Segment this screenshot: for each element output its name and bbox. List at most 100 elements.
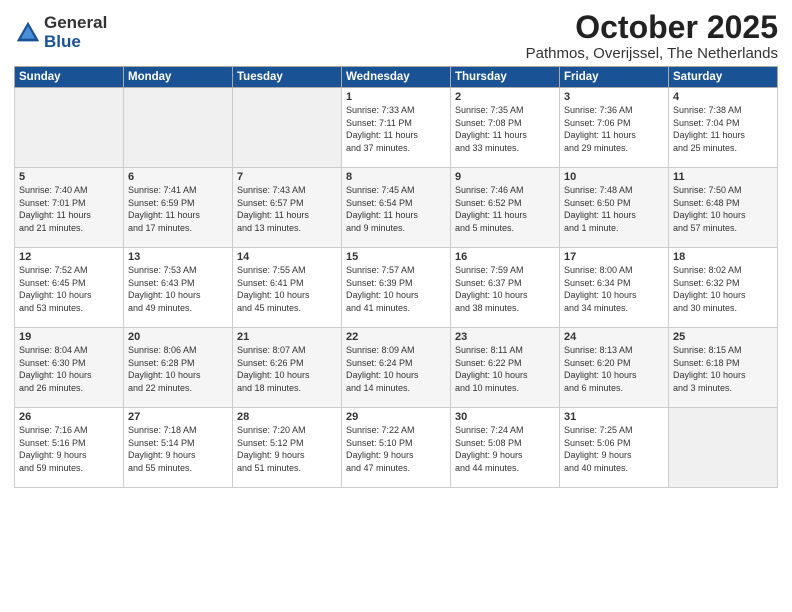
day-number: 25 (673, 331, 773, 343)
weekday-header-friday: Friday (560, 67, 669, 88)
page-container: General Blue October 2025 Pathmos, Overi… (0, 0, 792, 494)
day-info: Sunrise: 7:35 AM Sunset: 7:08 PM Dayligh… (455, 104, 555, 154)
day-number: 17 (564, 251, 664, 263)
calendar-cell (669, 408, 778, 488)
calendar-cell: 15Sunrise: 7:57 AM Sunset: 6:39 PM Dayli… (342, 248, 451, 328)
weekday-header-thursday: Thursday (451, 67, 560, 88)
calendar-cell: 20Sunrise: 8:06 AM Sunset: 6:28 PM Dayli… (124, 328, 233, 408)
calendar-cell (233, 88, 342, 168)
calendar-cell: 5Sunrise: 7:40 AM Sunset: 7:01 PM Daylig… (15, 168, 124, 248)
day-info: Sunrise: 7:50 AM Sunset: 6:48 PM Dayligh… (673, 184, 773, 234)
calendar-cell: 1Sunrise: 7:33 AM Sunset: 7:11 PM Daylig… (342, 88, 451, 168)
week-row-3: 12Sunrise: 7:52 AM Sunset: 6:45 PM Dayli… (15, 248, 778, 328)
day-info: Sunrise: 7:41 AM Sunset: 6:59 PM Dayligh… (128, 184, 228, 234)
day-info: Sunrise: 8:15 AM Sunset: 6:18 PM Dayligh… (673, 344, 773, 394)
day-number: 2 (455, 91, 555, 103)
day-number: 15 (346, 251, 446, 263)
day-info: Sunrise: 8:00 AM Sunset: 6:34 PM Dayligh… (564, 264, 664, 314)
calendar-cell: 17Sunrise: 8:00 AM Sunset: 6:34 PM Dayli… (560, 248, 669, 328)
calendar-cell: 30Sunrise: 7:24 AM Sunset: 5:08 PM Dayli… (451, 408, 560, 488)
calendar-cell: 25Sunrise: 8:15 AM Sunset: 6:18 PM Dayli… (669, 328, 778, 408)
calendar-cell: 11Sunrise: 7:50 AM Sunset: 6:48 PM Dayli… (669, 168, 778, 248)
logo-general: General (44, 14, 107, 33)
day-number: 13 (128, 251, 228, 263)
day-number: 14 (237, 251, 337, 263)
calendar-cell: 12Sunrise: 7:52 AM Sunset: 6:45 PM Dayli… (15, 248, 124, 328)
location: Pathmos, Overijssel, The Netherlands (526, 45, 778, 62)
day-info: Sunrise: 7:53 AM Sunset: 6:43 PM Dayligh… (128, 264, 228, 314)
weekday-header-tuesday: Tuesday (233, 67, 342, 88)
day-info: Sunrise: 7:48 AM Sunset: 6:50 PM Dayligh… (564, 184, 664, 234)
calendar-cell: 16Sunrise: 7:59 AM Sunset: 6:37 PM Dayli… (451, 248, 560, 328)
day-number: 29 (346, 411, 446, 423)
day-number: 24 (564, 331, 664, 343)
calendar-cell: 6Sunrise: 7:41 AM Sunset: 6:59 PM Daylig… (124, 168, 233, 248)
day-info: Sunrise: 7:22 AM Sunset: 5:10 PM Dayligh… (346, 424, 446, 474)
day-info: Sunrise: 7:52 AM Sunset: 6:45 PM Dayligh… (19, 264, 119, 314)
calendar-cell: 26Sunrise: 7:16 AM Sunset: 5:16 PM Dayli… (15, 408, 124, 488)
day-number: 8 (346, 171, 446, 183)
day-number: 10 (564, 171, 664, 183)
day-number: 9 (455, 171, 555, 183)
day-info: Sunrise: 8:13 AM Sunset: 6:20 PM Dayligh… (564, 344, 664, 394)
day-number: 16 (455, 251, 555, 263)
calendar-cell: 7Sunrise: 7:43 AM Sunset: 6:57 PM Daylig… (233, 168, 342, 248)
day-info: Sunrise: 7:16 AM Sunset: 5:16 PM Dayligh… (19, 424, 119, 474)
day-number: 22 (346, 331, 446, 343)
day-info: Sunrise: 8:06 AM Sunset: 6:28 PM Dayligh… (128, 344, 228, 394)
day-number: 11 (673, 171, 773, 183)
day-number: 26 (19, 411, 119, 423)
day-number: 4 (673, 91, 773, 103)
month-title: October 2025 (526, 10, 778, 45)
calendar-cell: 10Sunrise: 7:48 AM Sunset: 6:50 PM Dayli… (560, 168, 669, 248)
day-number: 27 (128, 411, 228, 423)
calendar-cell: 8Sunrise: 7:45 AM Sunset: 6:54 PM Daylig… (342, 168, 451, 248)
day-info: Sunrise: 8:09 AM Sunset: 6:24 PM Dayligh… (346, 344, 446, 394)
week-row-4: 19Sunrise: 8:04 AM Sunset: 6:30 PM Dayli… (15, 328, 778, 408)
title-block: October 2025 Pathmos, Overijssel, The Ne… (526, 10, 778, 62)
calendar-cell: 2Sunrise: 7:35 AM Sunset: 7:08 PM Daylig… (451, 88, 560, 168)
calendar-cell: 28Sunrise: 7:20 AM Sunset: 5:12 PM Dayli… (233, 408, 342, 488)
calendar-cell: 13Sunrise: 7:53 AM Sunset: 6:43 PM Dayli… (124, 248, 233, 328)
day-info: Sunrise: 8:11 AM Sunset: 6:22 PM Dayligh… (455, 344, 555, 394)
logo-blue: Blue (44, 33, 107, 52)
calendar-cell: 9Sunrise: 7:46 AM Sunset: 6:52 PM Daylig… (451, 168, 560, 248)
day-number: 19 (19, 331, 119, 343)
day-number: 30 (455, 411, 555, 423)
calendar-cell: 31Sunrise: 7:25 AM Sunset: 5:06 PM Dayli… (560, 408, 669, 488)
calendar-cell: 22Sunrise: 8:09 AM Sunset: 6:24 PM Dayli… (342, 328, 451, 408)
day-info: Sunrise: 7:40 AM Sunset: 7:01 PM Dayligh… (19, 184, 119, 234)
weekday-header-sunday: Sunday (15, 67, 124, 88)
day-number: 28 (237, 411, 337, 423)
calendar-cell: 27Sunrise: 7:18 AM Sunset: 5:14 PM Dayli… (124, 408, 233, 488)
logo: General Blue (14, 14, 107, 51)
day-info: Sunrise: 7:46 AM Sunset: 6:52 PM Dayligh… (455, 184, 555, 234)
day-number: 18 (673, 251, 773, 263)
week-row-5: 26Sunrise: 7:16 AM Sunset: 5:16 PM Dayli… (15, 408, 778, 488)
calendar-cell: 19Sunrise: 8:04 AM Sunset: 6:30 PM Dayli… (15, 328, 124, 408)
day-number: 3 (564, 91, 664, 103)
day-info: Sunrise: 8:07 AM Sunset: 6:26 PM Dayligh… (237, 344, 337, 394)
calendar-table: SundayMondayTuesdayWednesdayThursdayFrid… (14, 66, 778, 488)
calendar-cell: 3Sunrise: 7:36 AM Sunset: 7:06 PM Daylig… (560, 88, 669, 168)
day-info: Sunrise: 8:04 AM Sunset: 6:30 PM Dayligh… (19, 344, 119, 394)
calendar-cell: 18Sunrise: 8:02 AM Sunset: 6:32 PM Dayli… (669, 248, 778, 328)
weekday-header-monday: Monday (124, 67, 233, 88)
week-row-1: 1Sunrise: 7:33 AM Sunset: 7:11 PM Daylig… (15, 88, 778, 168)
calendar-cell: 4Sunrise: 7:38 AM Sunset: 7:04 PM Daylig… (669, 88, 778, 168)
day-info: Sunrise: 7:55 AM Sunset: 6:41 PM Dayligh… (237, 264, 337, 314)
day-info: Sunrise: 7:24 AM Sunset: 5:08 PM Dayligh… (455, 424, 555, 474)
header: General Blue October 2025 Pathmos, Overi… (14, 10, 778, 62)
weekday-header-wednesday: Wednesday (342, 67, 451, 88)
day-number: 5 (19, 171, 119, 183)
day-number: 6 (128, 171, 228, 183)
day-number: 12 (19, 251, 119, 263)
day-info: Sunrise: 7:57 AM Sunset: 6:39 PM Dayligh… (346, 264, 446, 314)
calendar-cell: 23Sunrise: 8:11 AM Sunset: 6:22 PM Dayli… (451, 328, 560, 408)
calendar-cell: 24Sunrise: 8:13 AM Sunset: 6:20 PM Dayli… (560, 328, 669, 408)
calendar-cell: 14Sunrise: 7:55 AM Sunset: 6:41 PM Dayli… (233, 248, 342, 328)
day-info: Sunrise: 7:25 AM Sunset: 5:06 PM Dayligh… (564, 424, 664, 474)
logo-icon (14, 19, 42, 47)
weekday-header-row: SundayMondayTuesdayWednesdayThursdayFrid… (15, 67, 778, 88)
day-info: Sunrise: 7:59 AM Sunset: 6:37 PM Dayligh… (455, 264, 555, 314)
